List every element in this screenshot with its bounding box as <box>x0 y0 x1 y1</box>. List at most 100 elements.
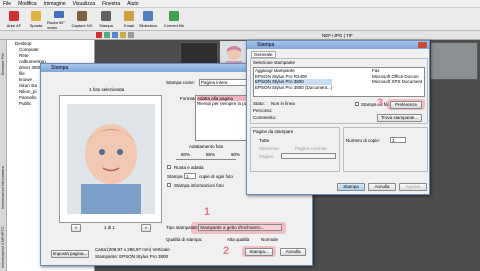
tool-icon[interactable] <box>128 32 134 38</box>
print-info-label: Stampa informazioni foto <box>174 183 224 188</box>
toolbar-label: Slideshow <box>138 23 158 28</box>
range-pages[interactable]: Pagine: <box>259 154 274 159</box>
zoom-slider[interactable] <box>176 159 236 160</box>
page-indicator: 1 di 1 <box>104 225 116 230</box>
tab-camera-info[interactable]: Informazioni fotocamera <box>0 158 7 218</box>
cancel-button[interactable]: Annulla <box>280 248 306 256</box>
toolbar-button[interactable]: Slideshow <box>136 9 160 30</box>
print-to-file-label: Stampa su file <box>361 102 390 107</box>
toolbar-button[interactable]: Convert file <box>162 9 186 30</box>
rotate-checkbox[interactable] <box>167 165 171 169</box>
format-toolbar: NEF+JPG | TIF <box>0 31 480 40</box>
menu-item[interactable]: Visualizza <box>73 0 95 8</box>
toolbar-button[interactable]: Stampa <box>94 9 118 30</box>
quality-high[interactable]: Alta qualità <box>227 237 249 242</box>
applica-button[interactable]: Applica <box>399 183 427 191</box>
range-current[interactable]: Pagina corrente <box>295 146 327 151</box>
rotate-label: Ruota e adatta <box>174 165 204 170</box>
system-print-dialog: Stampa Generale Selezione stampante Aggi… <box>246 40 430 195</box>
resolution-label: Adattamento foto <box>189 144 224 149</box>
find-printer-button[interactable]: Trova stampante... <box>377 114 422 122</box>
toolbar-label: Sposta <box>29 23 43 28</box>
zoom-85: 85% <box>206 152 216 157</box>
printer-item[interactable]: Microsoft XPS Document <box>372 79 422 85</box>
range-all[interactable]: Tutte <box>259 138 269 143</box>
comment-label: Commento: <box>253 115 277 120</box>
menu-item[interactable]: File <box>3 0 11 8</box>
tab-browser-file[interactable]: Browser File <box>0 44 7 84</box>
next-page-button[interactable]: » <box>141 224 151 232</box>
tool-icon-row <box>96 32 296 39</box>
layout-label: Stampa come: <box>166 80 196 85</box>
print-icon <box>101 11 111 21</box>
printer-info: Stampante: EPSON Stylus Pro 3800 <box>95 254 169 259</box>
printer-col-left: Aggiungi stampante EPSON Stylus Pro R240… <box>255 68 333 91</box>
tool-icon[interactable] <box>112 32 118 38</box>
printer-selection-group: Selezione stampante Aggiungi stampante E… <box>250 58 428 124</box>
prev-page-button[interactable]: « <box>71 224 81 232</box>
print-button[interactable]: Stampa... <box>245 248 273 256</box>
copies-input[interactable]: 1 <box>390 137 406 143</box>
menu-item[interactable]: Aiuto <box>127 0 138 8</box>
print-info-checkbox[interactable] <box>167 183 171 187</box>
toolbar-button[interactable]: Ruota 90° orario <box>47 9 71 30</box>
copies-suffix: copie di ogni foto <box>199 174 234 179</box>
toolbar-label: Ruota 90° orario <box>47 20 65 30</box>
slideshow-icon <box>143 11 153 21</box>
printer-selection-label: Selezione stampante <box>253 60 296 65</box>
thumbnail[interactable] <box>430 42 478 80</box>
format-filter[interactable]: NEF+JPG | TIF <box>322 33 353 38</box>
main-toolbar: Aree AF Sposta Ruota 90° orario Capture NX S… <box>0 8 480 31</box>
side-tabs: Browser File Informazioni fotocamera Inf… <box>0 40 7 271</box>
status-value: Non in linea <box>271 101 295 106</box>
capture-nx-icon <box>77 11 87 21</box>
rotate-icon <box>54 11 64 18</box>
tool-icon[interactable] <box>104 32 110 38</box>
tab-general[interactable]: Generale <box>251 51 276 58</box>
step-number-1: 1 <box>204 206 211 218</box>
toolbar-button[interactable]: Capture NX <box>70 9 94 30</box>
toolbar-button[interactable]: Aree AF <box>2 9 26 30</box>
print-to-file-checkbox[interactable] <box>355 102 359 106</box>
preferences-button[interactable]: Preferenze <box>390 101 422 109</box>
status-label: Stato: <box>253 101 265 106</box>
toolbar-button[interactable]: Sposta <box>24 9 48 30</box>
selection-caption: 1 foto selezionata <box>89 87 125 92</box>
menu-item[interactable]: Immagine <box>44 0 66 8</box>
tool-icon[interactable] <box>96 32 102 38</box>
annulla-button[interactable]: Annulla <box>368 183 396 191</box>
zoom-90: 90% <box>231 152 241 157</box>
tab-xmp-info[interactable]: Informazioni XMP/IPTC <box>0 225 7 269</box>
copies-input[interactable]: 1 <box>184 173 196 179</box>
tool-icon[interactable] <box>120 32 126 38</box>
toolbar-label: Convert file <box>163 23 185 28</box>
zoom-80: 80% <box>181 152 191 157</box>
email-icon <box>124 11 134 21</box>
copies-group: Numero di copie: 1 <box>343 127 428 172</box>
step-number-2: 2 <box>223 245 230 257</box>
menu-item[interactable]: Modifica <box>18 0 37 8</box>
child-photo <box>67 104 155 214</box>
printer-list[interactable]: Aggiungi stampante EPSON Stylus Pro R240… <box>253 67 425 97</box>
printer-item[interactable]: EPSON Stylus Pro 3800 (Document...) <box>255 85 332 91</box>
toolbar-label: Stampa <box>99 23 113 28</box>
location-label: Percorso: <box>253 108 273 113</box>
range-pages-input[interactable] <box>281 153 336 159</box>
copies-label: Numero di copie: <box>346 138 381 143</box>
preview-page <box>59 95 162 223</box>
menu-bar: File Modifica Immagine Visualizza Finestra Ai… <box>0 0 480 8</box>
page-range-label: Pagine da stampare <box>253 129 294 134</box>
step-number-3: 3 <box>377 97 384 109</box>
af-area-icon <box>9 11 19 21</box>
copies-label: Stampa <box>167 174 183 179</box>
toolbar-label: Capture NX <box>71 23 93 28</box>
printer-type-select[interactable]: Stampante a getto d'inchiostro... <box>198 224 282 231</box>
page-setup-button[interactable]: Imposta pagina... <box>51 250 89 258</box>
range-selection[interactable]: Selezione <box>259 146 279 151</box>
system-print-title: Stampa <box>247 41 429 49</box>
toolbar-label: Email <box>123 23 134 28</box>
close-icon[interactable] <box>418 42 427 48</box>
quality-normal[interactable]: Normale <box>261 237 278 242</box>
stampa-button[interactable]: Stampa <box>337 183 365 191</box>
menu-item[interactable]: Finestra <box>102 0 120 8</box>
